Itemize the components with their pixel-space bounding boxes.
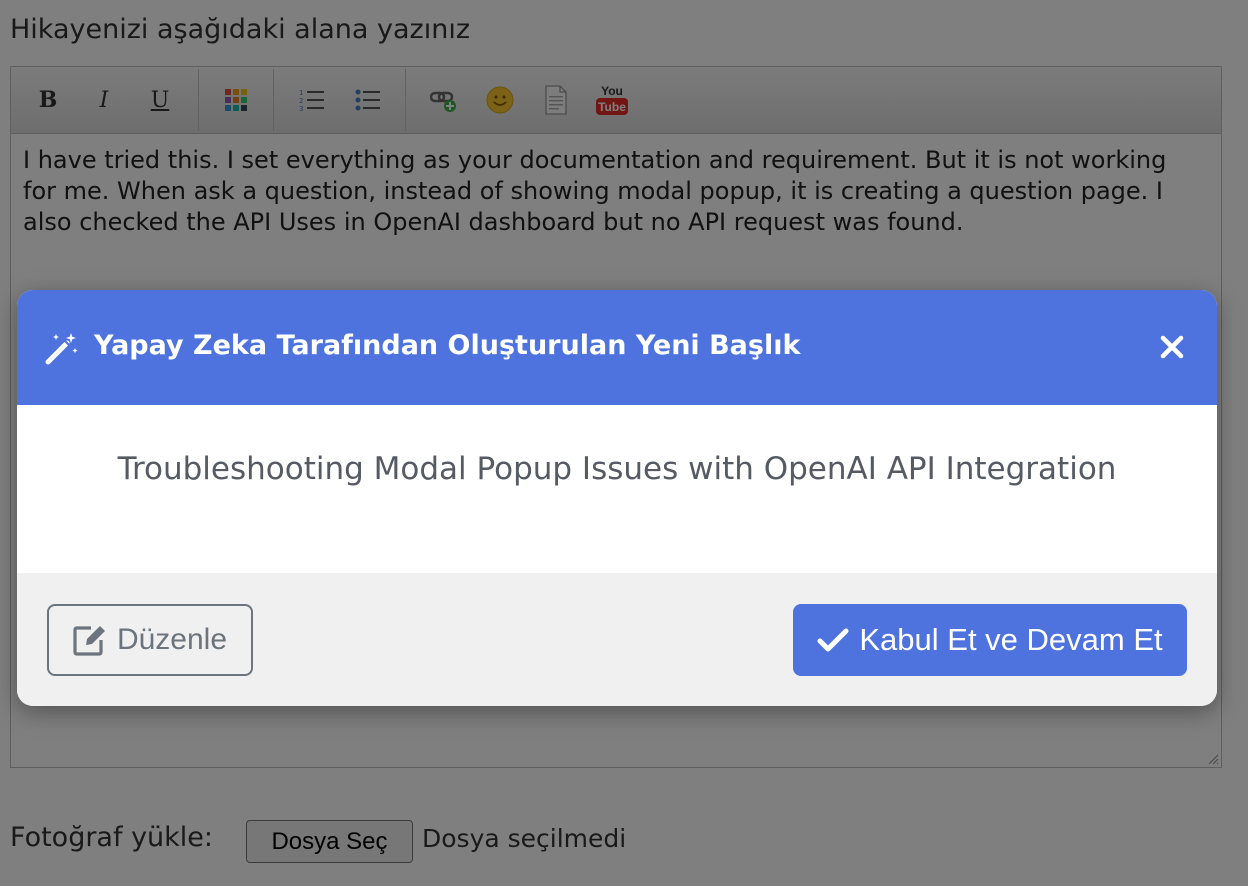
modal-title: Yapay Zeka Tarafından Oluşturulan Yeni B… [94, 330, 801, 361]
edit-button[interactable]: Düzenle [47, 604, 253, 676]
accept-continue-button[interactable]: Kabul Et ve Devam Et [793, 604, 1187, 676]
check-icon [817, 628, 849, 652]
modal-header: Yapay Zeka Tarafından Oluşturulan Yeni B… [17, 290, 1217, 405]
edit-button-label: Düzenle [116, 623, 228, 656]
modal-body: Troubleshooting Modal Popup Issues with … [17, 405, 1217, 573]
ai-title-modal: Yapay Zeka Tarafından Oluşturulan Yeni B… [17, 290, 1217, 706]
edit-icon [73, 626, 105, 656]
magic-wand-icon [45, 333, 78, 365]
close-button[interactable] [1155, 330, 1189, 364]
generated-title: Troubleshooting Modal Popup Issues with … [117, 451, 1117, 487]
close-icon [1160, 335, 1184, 359]
modal-footer: Düzenle Kabul Et ve Devam Et [17, 573, 1217, 706]
accept-button-label: Kabul Et ve Devam Et [859, 622, 1163, 657]
